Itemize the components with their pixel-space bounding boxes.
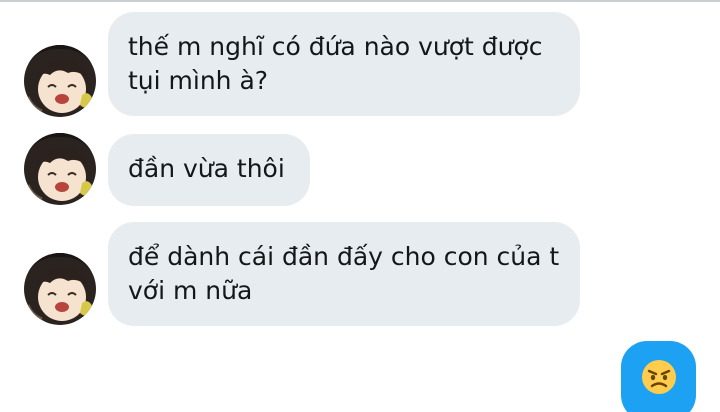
- sent-message[interactable]: [621, 341, 696, 412]
- message-text: thế m nghĩ có đứa nào vượt được: [128, 32, 543, 61]
- received-message[interactable]: để dành cái đần đấy cho con của t với m …: [108, 222, 580, 326]
- avatar[interactable]: [24, 133, 96, 205]
- chat-thread: thế m nghĩ có đứa nào vượt được tụi mình…: [0, 0, 720, 412]
- avatar[interactable]: [24, 45, 96, 117]
- message-text: với m nữa: [128, 276, 253, 305]
- message-text: để dành cái đần đấy cho con của t: [128, 242, 560, 271]
- avatar[interactable]: [24, 253, 96, 325]
- anime-avatar-icon: [24, 133, 96, 205]
- divider: [0, 0, 720, 2]
- angry-face-icon: [641, 360, 676, 394]
- anime-avatar-icon: [24, 45, 96, 117]
- received-message[interactable]: đần vừa thôi: [108, 134, 310, 206]
- anime-avatar-icon: [24, 253, 96, 325]
- message-text: tụi mình à?: [128, 66, 269, 95]
- message-text: đần vừa thôi: [128, 154, 285, 183]
- received-message[interactable]: thế m nghĩ có đứa nào vượt được tụi mình…: [108, 12, 580, 116]
